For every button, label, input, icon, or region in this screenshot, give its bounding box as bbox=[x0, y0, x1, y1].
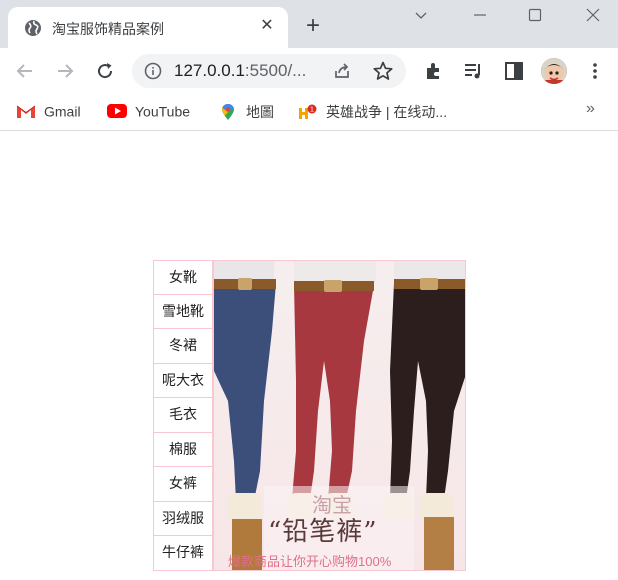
side-panel-icon[interactable] bbox=[503, 60, 525, 82]
media-icon[interactable] bbox=[462, 60, 484, 82]
back-button[interactable] bbox=[12, 58, 38, 84]
maps-icon bbox=[222, 104, 234, 120]
minimize-button[interactable] bbox=[457, 0, 503, 30]
youtube-icon bbox=[107, 104, 127, 119]
close-icon[interactable]: ✕ bbox=[258, 17, 276, 35]
globe-icon bbox=[25, 20, 41, 36]
share-icon[interactable] bbox=[332, 61, 352, 81]
browser-tab[interactable]: 淘宝服饰精品案例 ✕ bbox=[8, 7, 288, 48]
browser-chrome: 淘宝服饰精品案例 ✕ + 127.0.0.1:5500/... Gmail Yo… bbox=[0, 0, 618, 134]
bookmark-maps[interactable]: 地圖 bbox=[218, 102, 274, 122]
url-text: 127.0.0.1:5500/... bbox=[174, 61, 307, 80]
tab-strip: 淘宝服饰精品案例 ✕ + bbox=[0, 0, 618, 48]
chevron-down-icon[interactable] bbox=[398, 0, 444, 30]
product-banner-image: 淘宝 “铅笔裤” 爆款商品让你开心购物100% bbox=[213, 260, 466, 571]
menu-item[interactable]: 棉服 bbox=[153, 432, 213, 467]
menu-item[interactable]: 女靴 bbox=[153, 260, 213, 295]
game-icon: 1 bbox=[299, 104, 317, 119]
extensions-icon[interactable] bbox=[423, 60, 445, 82]
menu-item[interactable]: 牛仔裤 bbox=[153, 536, 213, 571]
category-menu: 女靴 雪地靴 冬裙 呢大衣 毛衣 棉服 女裤 羽绒服 牛仔裤 bbox=[153, 260, 213, 571]
svg-text:1: 1 bbox=[310, 107, 314, 114]
product-showcase: 女靴 雪地靴 冬裙 呢大衣 毛衣 棉服 女裤 羽绒服 牛仔裤 淘宝 “铅笔裤” … bbox=[153, 260, 466, 571]
bookmark-game[interactable]: 1 英雄战争 | 在线动... bbox=[298, 102, 447, 122]
reload-button[interactable] bbox=[92, 58, 118, 84]
page-viewport: 女靴 雪地靴 冬裙 呢大衣 毛衣 棉服 女裤 羽绒服 牛仔裤 淘宝 “铅笔裤” … bbox=[0, 135, 618, 580]
address-bar[interactable]: 127.0.0.1:5500/... bbox=[132, 54, 406, 88]
banner-headline: “铅笔裤” bbox=[268, 517, 378, 547]
gmail-icon bbox=[16, 105, 36, 119]
info-icon[interactable] bbox=[144, 62, 162, 80]
bookmark-gmail[interactable]: Gmail bbox=[16, 102, 81, 122]
new-tab-button[interactable]: + bbox=[302, 14, 324, 38]
bookmarks-bar: Gmail YouTube 地圖 1 英雄战争 | 在线动... » bbox=[0, 94, 618, 131]
star-icon[interactable] bbox=[372, 60, 394, 82]
menu-item[interactable]: 呢大衣 bbox=[153, 363, 213, 398]
avatar[interactable] bbox=[541, 58, 567, 84]
bookmark-youtube[interactable]: YouTube bbox=[107, 102, 190, 122]
menu-item[interactable]: 羽绒服 bbox=[153, 501, 213, 536]
window-close-button[interactable] bbox=[570, 0, 616, 30]
menu-item[interactable]: 毛衣 bbox=[153, 398, 213, 433]
forward-button[interactable] bbox=[52, 58, 78, 84]
maximize-button[interactable] bbox=[512, 0, 558, 30]
bookmarks-overflow-button[interactable]: » bbox=[586, 100, 595, 118]
more-menu-icon[interactable] bbox=[584, 60, 606, 82]
menu-item[interactable]: 雪地靴 bbox=[153, 294, 213, 329]
tab-title: 淘宝服饰精品案例 bbox=[52, 21, 164, 37]
menu-item[interactable]: 冬裙 bbox=[153, 329, 213, 364]
menu-item[interactable]: 女裤 bbox=[153, 467, 213, 502]
browser-toolbar: 127.0.0.1:5500/... bbox=[0, 48, 618, 94]
banner-tagline: 爆款商品让你开心购物100% bbox=[228, 554, 392, 569]
